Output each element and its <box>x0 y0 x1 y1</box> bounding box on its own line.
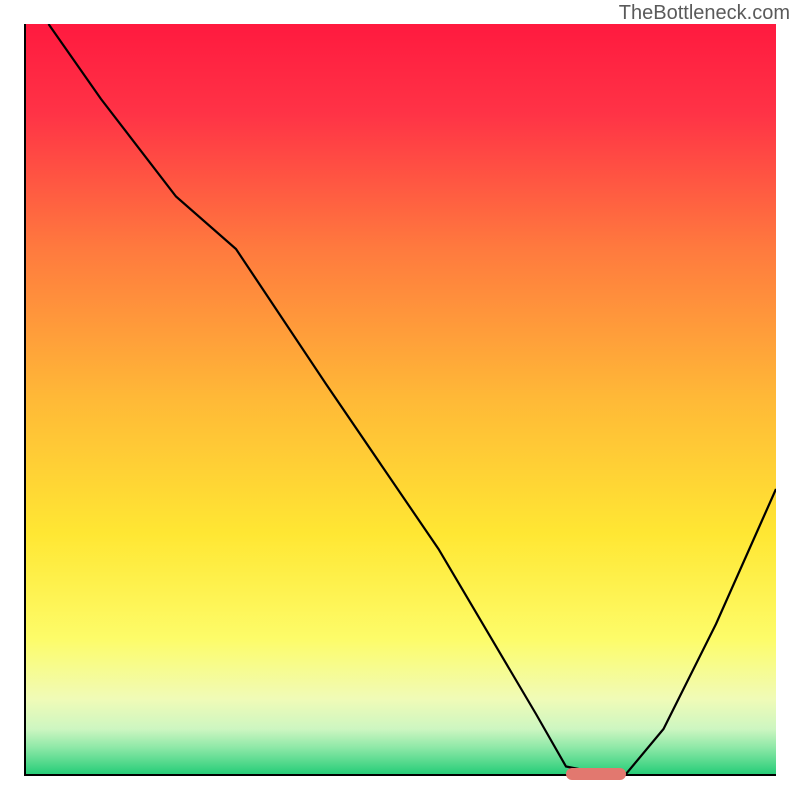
chart-plot-area <box>24 24 776 776</box>
optimal-range-marker <box>566 768 626 780</box>
watermark-text: TheBottleneck.com <box>619 2 790 25</box>
chart-curve <box>26 24 776 774</box>
